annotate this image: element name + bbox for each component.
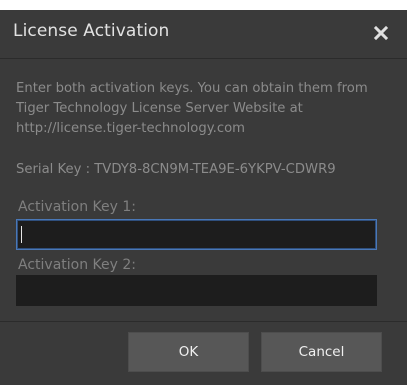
dialog-footer: OK Cancel: [0, 322, 407, 385]
text-caret: [21, 226, 22, 243]
cancel-button[interactable]: Cancel: [261, 332, 382, 372]
activation-key-2-label: Activation Key 2:: [18, 257, 136, 273]
activation-key-2-input[interactable]: [16, 275, 377, 306]
activation-key-1-input[interactable]: [16, 219, 377, 250]
ok-button[interactable]: OK: [128, 332, 249, 372]
instructions-text: Enter both activation keys. You can obta…: [16, 81, 368, 136]
dialog-title: License Activation: [13, 21, 170, 41]
serial-key-text: Serial Key : TVDY8-8CN9M-TEA9E-6YKPV-CDW…: [16, 162, 336, 177]
close-icon[interactable]: [372, 24, 390, 42]
license-activation-dialog: License Activation Enter both activation…: [0, 10, 407, 385]
title-bar: License Activation: [0, 10, 407, 58]
activation-key-1-label: Activation Key 1:: [18, 199, 136, 215]
top-strip: [0, 0, 407, 10]
title-divider: [0, 58, 407, 59]
